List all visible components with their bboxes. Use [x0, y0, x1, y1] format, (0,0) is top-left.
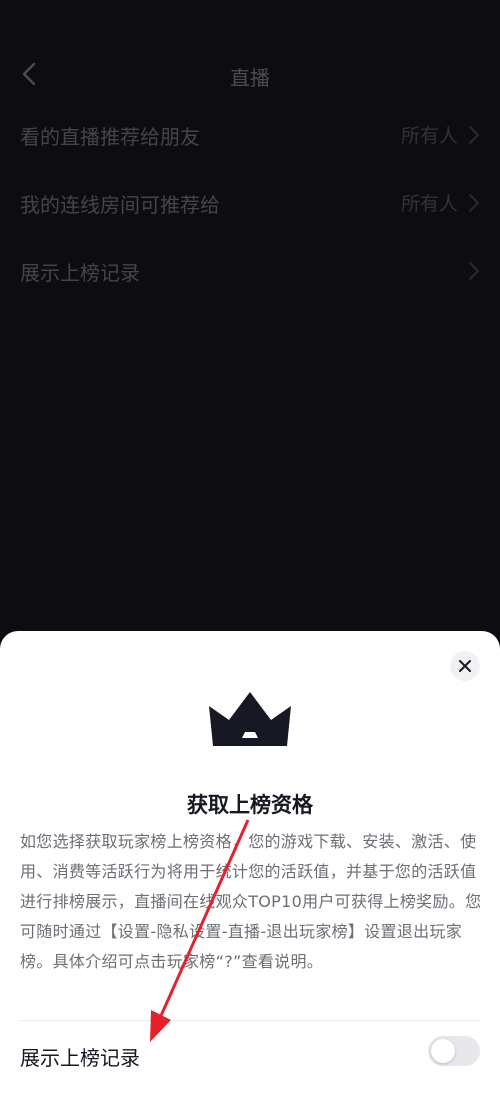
toggle-label: 展示上榜记录 — [20, 1046, 140, 1070]
bottom-sheet: 获取上榜资格 如您选择获取玩家榜上榜资格，您的游戏下载、安装、激活、使用、消费等… — [0, 631, 500, 1111]
close-button[interactable] — [450, 651, 480, 681]
crown-icon — [209, 692, 291, 746]
sheet-description: 如您选择获取玩家榜上榜资格，您的游戏下载、安装、激活、使用、消费等活跃行为将用于… — [20, 832, 482, 971]
sheet-title: 获取上榜资格 — [187, 793, 313, 817]
divider — [20, 1020, 480, 1021]
close-icon — [459, 660, 471, 672]
show-ranking-record-toggle[interactable] — [428, 1036, 480, 1066]
toggle-knob — [431, 1039, 455, 1063]
